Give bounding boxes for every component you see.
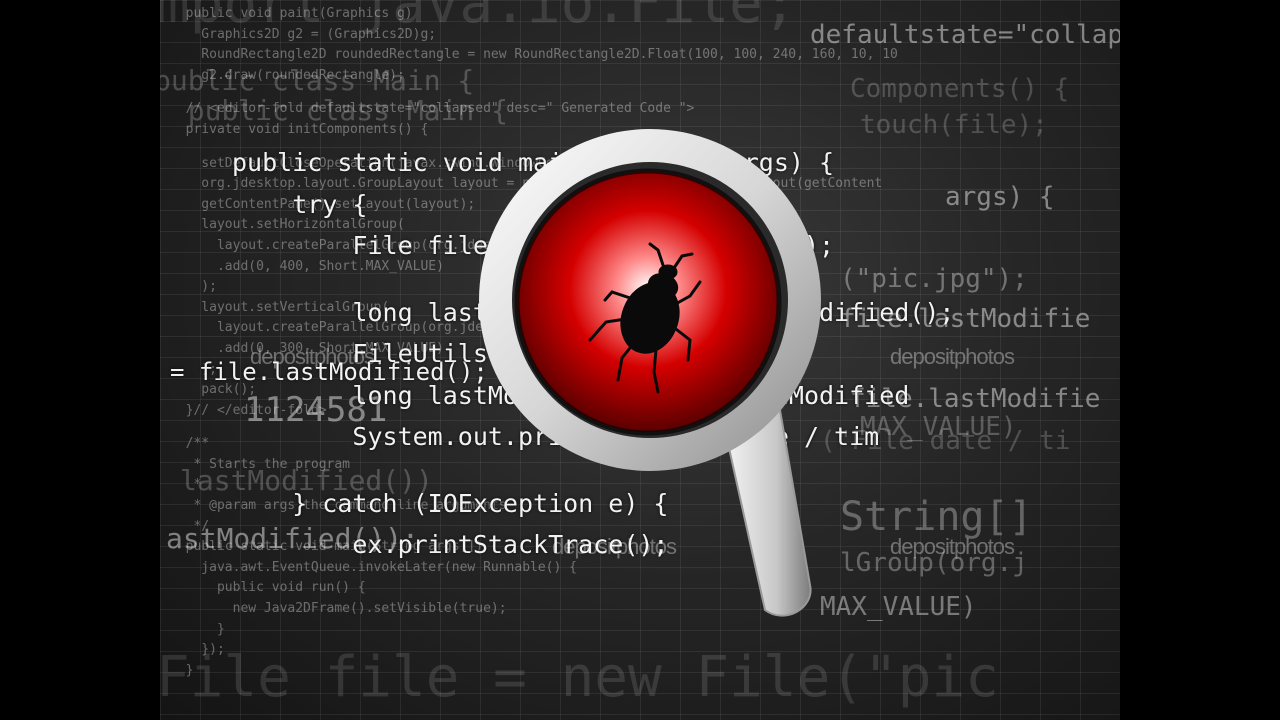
screen: mport java.io.File; File file = new File…	[0, 0, 1280, 720]
magnifying-glass-icon	[479, 129, 821, 617]
debug-illustration: mport java.io.File; File file = new File…	[160, 0, 1120, 720]
